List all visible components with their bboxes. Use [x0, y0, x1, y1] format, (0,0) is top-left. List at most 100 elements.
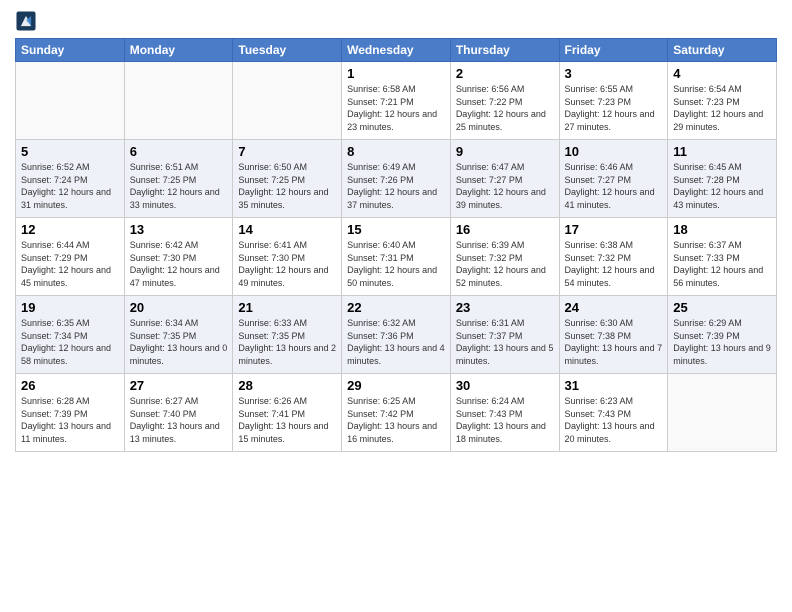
- cell-w3-d2: 13Sunrise: 6:42 AM Sunset: 7:30 PM Dayli…: [124, 218, 233, 296]
- week-row-2: 5 Sunrise: 6:52 AM Sunset: 7:24 PM Daylig…: [16, 140, 777, 218]
- cell-w1-d3: [233, 62, 342, 140]
- col-sunday: Sunday: [16, 39, 125, 62]
- day-info: Sunrise: 6:45 AM Sunset: 7:28 PM Dayligh…: [673, 161, 771, 211]
- day-info: Sunrise: 6:35 AM Sunset: 7:34 PM Dayligh…: [21, 317, 119, 367]
- cell-w1-d5: 2 Sunrise: 6:56 AM Sunset: 7:22 PM Daylig…: [450, 62, 559, 140]
- cell-w4-d3: 21 Sunrise: 6:33 AM Sunset: 7:35 PM Dayli…: [233, 296, 342, 374]
- day-number: 23: [456, 300, 554, 315]
- calendar-table: Sunday Monday Tuesday Wednesday Thursday…: [15, 38, 777, 452]
- cell-w2-d6: 10 Sunrise: 6:46 AM Sunset: 7:27 PM Dayli…: [559, 140, 668, 218]
- week-row-5: 26Sunrise: 6:28 AM Sunset: 7:39 PM Dayli…: [16, 374, 777, 452]
- day-number: 18: [673, 222, 771, 237]
- day-info: Sunrise: 6:52 AM Sunset: 7:24 PM Dayligh…: [21, 161, 119, 211]
- cell-w2-d4: 8 Sunrise: 6:49 AM Sunset: 7:26 PM Daylig…: [342, 140, 451, 218]
- day-number: 30: [456, 378, 554, 393]
- day-info: Sunrise: 6:41 AM Sunset: 7:30 PM Dayligh…: [238, 239, 336, 289]
- header-row: Sunday Monday Tuesday Wednesday Thursday…: [16, 39, 777, 62]
- day-info: Sunrise: 6:33 AM Sunset: 7:35 PM Dayligh…: [238, 317, 336, 367]
- cell-w1-d6: 3 Sunrise: 6:55 AM Sunset: 7:23 PM Daylig…: [559, 62, 668, 140]
- week-row-4: 19 Sunrise: 6:35 AM Sunset: 7:34 PM Dayli…: [16, 296, 777, 374]
- col-wednesday: Wednesday: [342, 39, 451, 62]
- cell-w3-d4: 15Sunrise: 6:40 AM Sunset: 7:31 PM Dayli…: [342, 218, 451, 296]
- day-number: 26: [21, 378, 119, 393]
- cell-w1-d1: [16, 62, 125, 140]
- cell-w5-d5: 30 Sunrise: 6:24 AM Sunset: 7:43 PM Dayli…: [450, 374, 559, 452]
- cell-w1-d4: 1 Sunrise: 6:58 AM Sunset: 7:21 PM Daylig…: [342, 62, 451, 140]
- cell-w2-d5: 9 Sunrise: 6:47 AM Sunset: 7:27 PM Daylig…: [450, 140, 559, 218]
- day-info: Sunrise: 6:54 AM Sunset: 7:23 PM Dayligh…: [673, 83, 771, 133]
- cell-w3-d1: 12 Sunrise: 6:44 AM Sunset: 7:29 PM Dayli…: [16, 218, 125, 296]
- day-info: Sunrise: 6:55 AM Sunset: 7:23 PM Dayligh…: [565, 83, 663, 133]
- day-number: 2: [456, 66, 554, 81]
- day-number: 4: [673, 66, 771, 81]
- day-number: 14: [238, 222, 336, 237]
- cell-w3-d5: 16 Sunrise: 6:39 AM Sunset: 7:32 PM Dayli…: [450, 218, 559, 296]
- day-info: Sunrise: 6:24 AM Sunset: 7:43 PM Dayligh…: [456, 395, 554, 445]
- day-number: 19: [21, 300, 119, 315]
- day-info: Sunrise: 6:58 AM Sunset: 7:21 PM Dayligh…: [347, 83, 445, 133]
- day-number: 10: [565, 144, 663, 159]
- day-info: Sunrise: 6:49 AM Sunset: 7:26 PM Dayligh…: [347, 161, 445, 211]
- day-number: 1: [347, 66, 445, 81]
- day-number: 12: [21, 222, 119, 237]
- day-info: Sunrise: 6:51 AM Sunset: 7:25 PM Dayligh…: [130, 161, 228, 211]
- page: Sunday Monday Tuesday Wednesday Thursday…: [0, 0, 792, 612]
- day-number: 17: [565, 222, 663, 237]
- cell-w3-d6: 17 Sunrise: 6:38 AM Sunset: 7:32 PM Dayli…: [559, 218, 668, 296]
- cell-w5-d6: 31 Sunrise: 6:23 AM Sunset: 7:43 PM Dayli…: [559, 374, 668, 452]
- cell-w4-d1: 19 Sunrise: 6:35 AM Sunset: 7:34 PM Dayli…: [16, 296, 125, 374]
- day-info: Sunrise: 6:44 AM Sunset: 7:29 PM Dayligh…: [21, 239, 119, 289]
- day-info: Sunrise: 6:46 AM Sunset: 7:27 PM Dayligh…: [565, 161, 663, 211]
- day-number: 16: [456, 222, 554, 237]
- day-number: 5: [21, 144, 119, 159]
- day-info: Sunrise: 6:23 AM Sunset: 7:43 PM Dayligh…: [565, 395, 663, 445]
- cell-w4-d6: 24 Sunrise: 6:30 AM Sunset: 7:38 PM Dayli…: [559, 296, 668, 374]
- cell-w1-d2: [124, 62, 233, 140]
- cell-w5-d2: 27 Sunrise: 6:27 AM Sunset: 7:40 PM Dayli…: [124, 374, 233, 452]
- cell-w4-d5: 23 Sunrise: 6:31 AM Sunset: 7:37 PM Dayli…: [450, 296, 559, 374]
- day-info: Sunrise: 6:38 AM Sunset: 7:32 PM Dayligh…: [565, 239, 663, 289]
- col-saturday: Saturday: [668, 39, 777, 62]
- day-info: Sunrise: 6:30 AM Sunset: 7:38 PM Dayligh…: [565, 317, 663, 367]
- day-info: Sunrise: 6:47 AM Sunset: 7:27 PM Dayligh…: [456, 161, 554, 211]
- day-number: 25: [673, 300, 771, 315]
- cell-w5-d7: [668, 374, 777, 452]
- day-number: 21: [238, 300, 336, 315]
- day-number: 28: [238, 378, 336, 393]
- cell-w2-d2: 6 Sunrise: 6:51 AM Sunset: 7:25 PM Daylig…: [124, 140, 233, 218]
- day-info: Sunrise: 6:32 AM Sunset: 7:36 PM Dayligh…: [347, 317, 445, 367]
- day-info: Sunrise: 6:31 AM Sunset: 7:37 PM Dayligh…: [456, 317, 554, 367]
- col-thursday: Thursday: [450, 39, 559, 62]
- day-info: Sunrise: 6:34 AM Sunset: 7:35 PM Dayligh…: [130, 317, 228, 367]
- col-friday: Friday: [559, 39, 668, 62]
- cell-w2-d3: 7 Sunrise: 6:50 AM Sunset: 7:25 PM Daylig…: [233, 140, 342, 218]
- day-info: Sunrise: 6:27 AM Sunset: 7:40 PM Dayligh…: [130, 395, 228, 445]
- day-number: 27: [130, 378, 228, 393]
- day-info: Sunrise: 6:26 AM Sunset: 7:41 PM Dayligh…: [238, 395, 336, 445]
- day-number: 22: [347, 300, 445, 315]
- cell-w5-d1: 26Sunrise: 6:28 AM Sunset: 7:39 PM Dayli…: [16, 374, 125, 452]
- day-info: Sunrise: 6:56 AM Sunset: 7:22 PM Dayligh…: [456, 83, 554, 133]
- cell-w4-d2: 20 Sunrise: 6:34 AM Sunset: 7:35 PM Dayli…: [124, 296, 233, 374]
- day-number: 9: [456, 144, 554, 159]
- day-number: 7: [238, 144, 336, 159]
- week-row-3: 12 Sunrise: 6:44 AM Sunset: 7:29 PM Dayli…: [16, 218, 777, 296]
- day-info: Sunrise: 6:39 AM Sunset: 7:32 PM Dayligh…: [456, 239, 554, 289]
- cell-w5-d4: 29Sunrise: 6:25 AM Sunset: 7:42 PM Dayli…: [342, 374, 451, 452]
- cell-w2-d7: 11 Sunrise: 6:45 AM Sunset: 7:28 PM Dayli…: [668, 140, 777, 218]
- cell-w2-d1: 5 Sunrise: 6:52 AM Sunset: 7:24 PM Daylig…: [16, 140, 125, 218]
- day-number: 8: [347, 144, 445, 159]
- day-number: 11: [673, 144, 771, 159]
- cell-w3-d3: 14 Sunrise: 6:41 AM Sunset: 7:30 PM Dayli…: [233, 218, 342, 296]
- day-info: Sunrise: 6:25 AM Sunset: 7:42 PM Dayligh…: [347, 395, 445, 445]
- day-number: 3: [565, 66, 663, 81]
- day-number: 24: [565, 300, 663, 315]
- day-number: 6: [130, 144, 228, 159]
- cell-w4-d7: 25Sunrise: 6:29 AM Sunset: 7:39 PM Dayli…: [668, 296, 777, 374]
- day-number: 20: [130, 300, 228, 315]
- logo: [15, 10, 40, 32]
- day-info: Sunrise: 6:50 AM Sunset: 7:25 PM Dayligh…: [238, 161, 336, 211]
- header: [15, 10, 777, 32]
- day-number: 15: [347, 222, 445, 237]
- day-number: 31: [565, 378, 663, 393]
